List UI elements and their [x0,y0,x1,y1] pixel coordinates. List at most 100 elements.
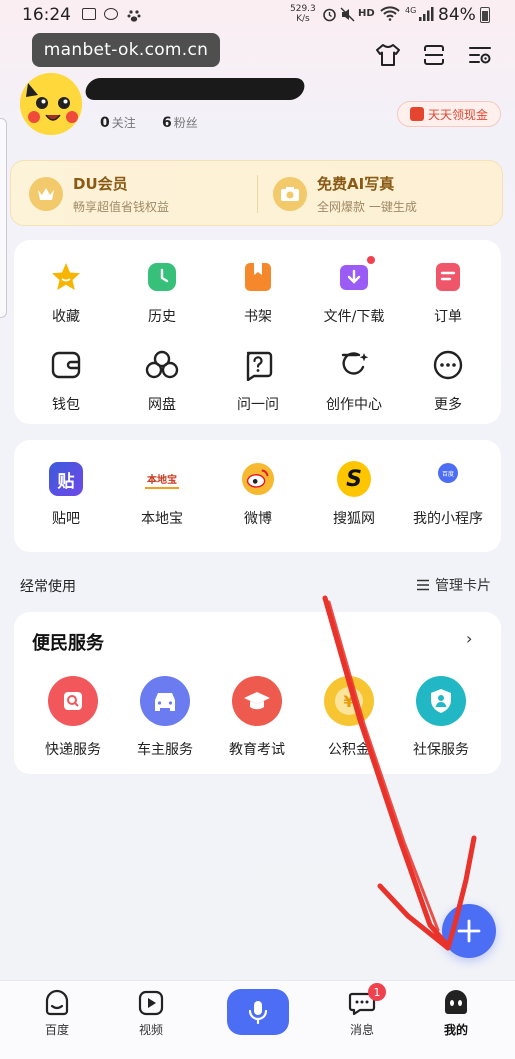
tieba-item[interactable]: 贴 贴吧 [22,462,110,528]
creator-center-item[interactable]: 创作中心 [310,348,398,414]
bookshelf-icon [241,260,275,294]
social-security-icon [416,676,466,726]
mic-icon [248,1001,268,1025]
social-security-item[interactable]: 社保服务 [396,676,486,759]
manage-cards-button[interactable]: 管理卡片 [416,575,491,595]
education-label: 教育考试 [229,742,285,758]
hd-indicator: HD [358,8,375,19]
following-number: 0 [100,115,110,131]
ask-label: 问一问 [237,397,279,413]
sohu-icon: S [337,461,371,497]
gallery-notification-icon [82,8,96,20]
ai-portrait-title: 免费AI写真 [317,175,395,193]
weibo-item[interactable]: 微博 [214,462,302,528]
car-service-label: 车主服务 [137,742,193,758]
nav-home[interactable]: 百度 [27,989,87,1038]
side-edge-handle[interactable] [0,118,7,318]
bendibao-label: 本地宝 [141,511,183,527]
app-notification-icon [104,8,118,20]
signal-icon [418,6,434,26]
express-service-label: 快递服务 [45,742,101,758]
wallet-label: 钱包 [52,397,80,413]
fans-label: 粉丝 [173,116,198,130]
du-vip-entry[interactable]: DU会员 畅享超值省钱权益 [29,161,249,227]
ask-item[interactable]: 问一问 [214,348,302,414]
du-vip-title: DU会员 [73,175,128,193]
manage-cards-label: 管理卡片 [435,578,491,594]
apps-card: 贴 贴吧 本地宝 本地宝 微博 S 搜狐网 百度 我的小程序 [14,440,501,552]
message-icon: 1 [348,983,386,1017]
mini-program-logo-text: 百度 [438,463,458,483]
favorites-item[interactable]: 收藏 [22,260,110,326]
home-icon [43,989,71,1017]
fund-icon: ¥ [324,676,374,726]
ai-portrait-subtitle: 全网爆款 一键生成 [317,200,417,214]
services-more-chevron-icon[interactable]: › [466,629,472,648]
more-label: 更多 [434,397,462,413]
vip-divider [257,175,258,213]
status-time: 16:24 [22,5,71,25]
status-bar: 16:24 529.3 K/s HD 4G 84% [0,0,515,30]
net-speed-unit: K/s [296,14,310,24]
redacted-username [83,78,307,100]
fans-count[interactable]: 6 粉丝 [162,114,198,131]
red-envelope-icon [409,107,424,121]
cloud-drive-item[interactable]: 网盘 [118,348,206,414]
bendibao-item[interactable]: 本地宝 本地宝 [118,462,206,528]
weibo-icon [241,462,275,496]
weibo-label: 微博 [244,511,272,527]
scan-icon[interactable] [421,42,447,68]
sohu-logo-text: S [337,461,371,497]
mini-program-item[interactable]: 百度 我的小程序 [404,462,492,528]
add-button[interactable] [442,904,496,958]
skin-icon[interactable] [375,42,401,68]
nav-messages[interactable]: 1 消息 [332,983,392,1038]
settings-icon[interactable] [467,42,493,68]
bookshelf-item[interactable]: 书架 [214,260,302,326]
files-download-label: 文件/下载 [323,309,385,325]
housing-fund-item[interactable]: ¥ 公积金 [304,676,394,759]
nav-video[interactable]: 视频 [121,989,181,1038]
mute-icon [340,7,355,26]
more-icon [431,348,465,382]
following-count[interactable]: 0 关注 [100,114,136,131]
more-item[interactable]: 更多 [404,348,492,414]
video-icon [137,989,165,1017]
orders-label: 订单 [434,309,462,325]
nav-home-label: 百度 [44,1023,69,1037]
nav-video-label: 视频 [138,1023,163,1037]
daily-cash-button[interactable]: 天天领现金 [397,101,501,127]
network-type: 4G [405,6,417,15]
yuan-symbol: ¥ [335,687,363,715]
voice-search-button[interactable] [227,989,289,1035]
tieba-icon: 贴 [49,462,83,496]
battery-icon [480,7,490,23]
cloud-drive-label: 网盘 [148,397,176,413]
history-item[interactable]: 历史 [118,260,206,326]
education-item[interactable]: 教育考试 [212,676,302,759]
ai-portrait-entry[interactable]: 免费AI写真 全网爆款 一键生成 [273,161,493,227]
following-label: 关注 [111,116,136,130]
social-security-label: 社保服务 [413,742,469,758]
du-vip-subtitle: 畅享超值省钱权益 [73,200,170,214]
files-download-item[interactable]: 文件/下载 [310,256,398,326]
services-title: 便民服务 [32,633,104,654]
housing-fund-label: 公积金 [328,742,370,758]
nav-messages-label: 消息 [349,1023,374,1037]
create-icon [337,348,371,382]
orders-item[interactable]: 订单 [404,260,492,326]
clock-icon [145,260,179,294]
cloud-drive-icon [145,348,179,382]
sohu-item[interactable]: S 搜狐网 [310,461,398,528]
avatar[interactable] [20,73,82,135]
car-service-item[interactable]: 车主服务 [120,676,210,759]
sohu-label: 搜狐网 [333,511,375,527]
mini-program-label: 我的小程序 [413,511,483,527]
nav-me[interactable]: 我的 [426,989,486,1038]
graduation-icon [232,676,282,726]
nav-me-label: 我的 [443,1023,468,1037]
express-service-item[interactable]: 快递服务 [28,676,118,759]
wallet-item[interactable]: 钱包 [22,348,110,414]
bendibao-logo-text: 本地宝 [145,469,179,489]
order-icon [431,260,465,294]
